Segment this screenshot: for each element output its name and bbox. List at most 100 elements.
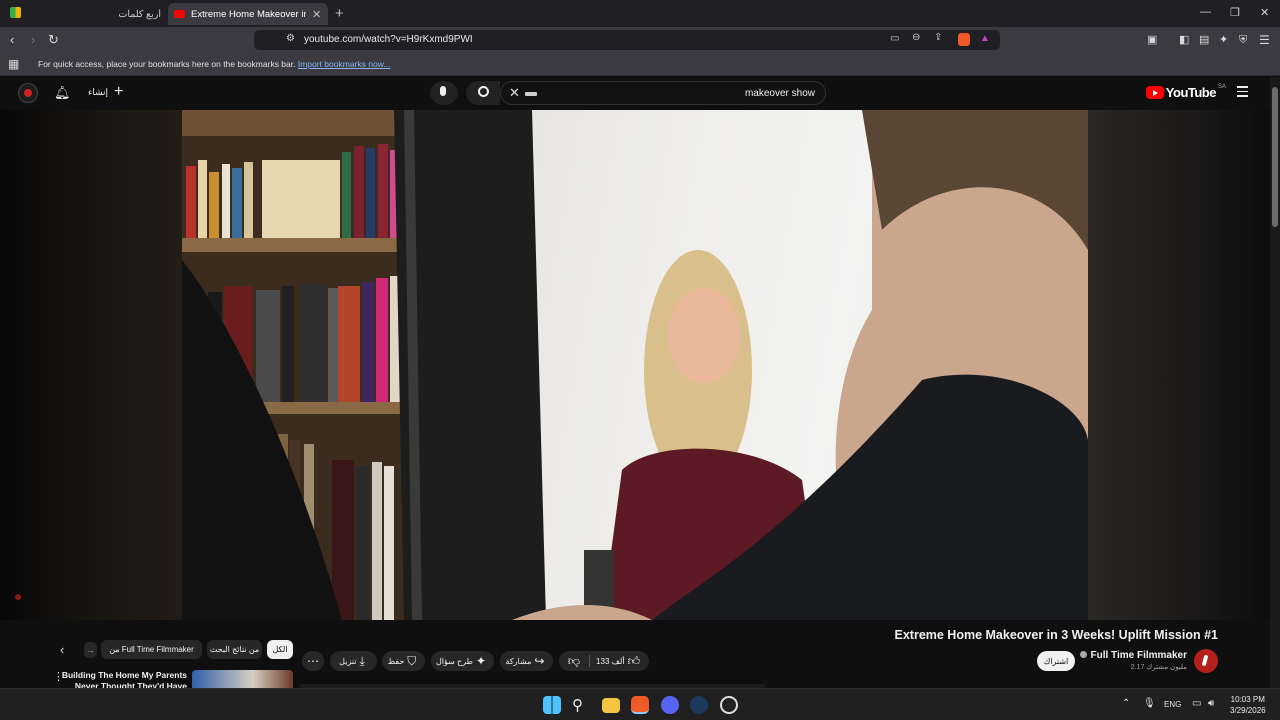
- wallet-card-icon[interactable]: ▤: [1199, 32, 1209, 48]
- subscribe-button[interactable]: اشتراك: [1037, 651, 1075, 671]
- reload-icon[interactable]: ↻: [48, 32, 59, 48]
- search-input[interactable]: ✕ makeover show: [500, 81, 826, 105]
- maximize-icon[interactable]: ❐: [1230, 6, 1240, 19]
- wallet-icon[interactable]: ▣: [1147, 32, 1157, 48]
- language-indicator[interactable]: ENG: [1164, 700, 1181, 709]
- voice-search-button[interactable]: [430, 81, 458, 105]
- discord-icon[interactable]: [661, 696, 679, 714]
- chip-all[interactable]: الكل: [267, 640, 293, 659]
- like-count[interactable]: 133 ألف: [596, 657, 625, 666]
- menu-icon[interactable]: ☰: [1259, 32, 1270, 48]
- search-icon: [478, 86, 489, 97]
- steam-icon[interactable]: [690, 696, 708, 714]
- minimize-icon[interactable]: —: [1200, 6, 1211, 18]
- notifications-bell-icon[interactable]: 🔔︎: [54, 85, 71, 101]
- account-avatar[interactable]: [18, 83, 38, 103]
- microphone-icon: [440, 86, 446, 96]
- ambient-glow-left: [0, 110, 182, 620]
- tray-chevron-icon[interactable]: ⌃: [1122, 698, 1130, 709]
- chip-channel[interactable]: من Full Time Filmmaker: [101, 640, 202, 659]
- new-tab-icon[interactable]: +: [335, 5, 344, 22]
- guide-menu-icon[interactable]: [1237, 86, 1248, 100]
- channel-name[interactable]: Full Time Filmmaker: [1080, 650, 1187, 661]
- clear-search-icon[interactable]: ✕: [509, 85, 520, 101]
- ambient-glow-right: [1088, 110, 1270, 620]
- video-player[interactable]: ●: [0, 110, 1270, 620]
- country-code: SA: [1217, 83, 1226, 90]
- save-label: حفظ: [387, 656, 405, 666]
- volume-icon[interactable]: 🔊︎: [1208, 698, 1214, 709]
- bookmarks-message: For quick access, place your bookmarks h…: [38, 59, 390, 69]
- bookmarks-hint: For quick access, place your bookmarks h…: [38, 59, 296, 69]
- page-scrollbar[interactable]: [1270, 77, 1280, 689]
- youtube-wordmark: YouTube: [1165, 85, 1217, 100]
- search-taskbar-icon[interactable]: ⚲: [572, 696, 590, 714]
- create-button[interactable]: إنشاء +: [88, 84, 123, 100]
- dislike-icon[interactable]: 👎︎: [568, 654, 580, 669]
- create-label: إنشاء: [88, 86, 109, 97]
- video-details: Extreme Home Makeover in 3 Weeks! Uplift…: [0, 620, 1270, 688]
- import-bookmarks-link[interactable]: Import bookmarks now...: [298, 59, 391, 69]
- video-title: Extreme Home Makeover in 3 Weeks! Uplift…: [894, 628, 1219, 642]
- chips-previous-icon[interactable]: ‹: [60, 642, 64, 657]
- download-button[interactable]: تنزيل ⤓: [330, 651, 377, 671]
- tab-title: Extreme Home Makeover in 3 Weeks! Uplift…: [191, 8, 306, 20]
- bookmarks-bar: ▦ For quick access, place your bookmarks…: [0, 53, 1280, 76]
- chip-arrow-icon[interactable]: →: [84, 642, 97, 658]
- youtube-play-icon: [1145, 86, 1164, 99]
- apps-grid-icon[interactable]: ▦: [8, 57, 19, 71]
- leo-ai-icon[interactable]: ✦: [1219, 32, 1228, 48]
- network-icon[interactable]: ▭: [1192, 698, 1201, 709]
- brave-shield-icon[interactable]: [958, 33, 970, 46]
- ask-button[interactable]: طرح سؤال ✦: [431, 651, 494, 671]
- video-frame[interactable]: [182, 110, 1088, 620]
- search-button[interactable]: [466, 81, 500, 105]
- chatgpt-icon[interactable]: [720, 696, 738, 714]
- download-icon: ⤓: [359, 653, 365, 668]
- clock-time: 10:03 PM: [1230, 695, 1265, 704]
- system-clock[interactable]: 10:03 PM 3/29/2026: [1230, 694, 1266, 716]
- forward-icon[interactable]: ›: [31, 32, 35, 48]
- like-icon[interactable]: 👍︎: [628, 654, 641, 669]
- back-icon[interactable]: ‹: [10, 32, 14, 48]
- cast-icon[interactable]: ▭: [890, 33, 899, 44]
- tab-arabic-words[interactable]: أربع كلمات: [95, 3, 167, 25]
- recommendation-thumbnail[interactable]: [192, 670, 293, 688]
- close-tab-icon[interactable]: ✕: [312, 8, 321, 21]
- divider: [589, 655, 591, 667]
- brave-rewards-icon[interactable]: ▲: [980, 33, 990, 44]
- more-actions-button[interactable]: ⋯: [302, 651, 324, 671]
- like-dislike-group: 👎︎ 133 ألف 👍︎: [559, 651, 649, 671]
- close-window-icon[interactable]: ✕: [1260, 6, 1269, 19]
- recommendation-title[interactable]: Building The Home My Parents Never Thoug…: [47, 670, 187, 688]
- brave-browser-icon[interactable]: [631, 696, 649, 714]
- youtube-header: 🔔︎ إنشاء + ✕ makeover show YouTube SA: [0, 77, 1270, 110]
- url-text: youtube.com/watch?v=H9rKxmd9PWI: [304, 34, 473, 45]
- keyboard-icon[interactable]: [525, 92, 537, 96]
- share-label: مشاركة: [505, 656, 532, 666]
- share-page-icon[interactable]: ⇪: [934, 32, 942, 43]
- tab-bar: أربع كلمات Extreme Home Makeover in 3 We…: [0, 0, 1280, 27]
- address-bar[interactable]: ⚙ youtube.com/watch?v=H9rKxmd9PWI ▭ ⊖ ⇪ …: [254, 30, 1000, 50]
- file-explorer-icon[interactable]: [602, 698, 620, 713]
- tab-title: أربع كلمات: [118, 8, 161, 20]
- ask-label: طرح سؤال: [435, 656, 473, 666]
- tab-youtube-video[interactable]: Extreme Home Makeover in 3 Weeks! Uplift…: [168, 3, 328, 25]
- video-frame-illustration: [182, 110, 1088, 620]
- channel-avatar[interactable]: [1194, 649, 1218, 673]
- share-button[interactable]: مشاركة ↪: [500, 651, 553, 671]
- start-icon[interactable]: [543, 696, 561, 714]
- save-button[interactable]: حفظ ⛉: [382, 651, 425, 671]
- chip-related[interactable]: من نتائج البحث: [207, 640, 262, 659]
- microphone-tray-icon[interactable]: 🎙︎: [1143, 698, 1156, 709]
- site-info-icon[interactable]: ⚙: [286, 33, 295, 44]
- scroll-thumb[interactable]: [1272, 87, 1278, 227]
- youtube-logo[interactable]: YouTube SA: [1145, 83, 1226, 100]
- tab-grid-icon[interactable]: [10, 7, 21, 18]
- subscriber-count: 2.17 مليون مشترك: [1130, 664, 1187, 671]
- sidebar-icon[interactable]: ◧: [1179, 32, 1189, 48]
- save-icon: ⛉: [407, 653, 417, 668]
- vpn-icon[interactable]: ⛨: [1239, 32, 1247, 48]
- download-label: تنزيل: [339, 656, 357, 666]
- zoom-icon[interactable]: ⊖: [912, 32, 920, 43]
